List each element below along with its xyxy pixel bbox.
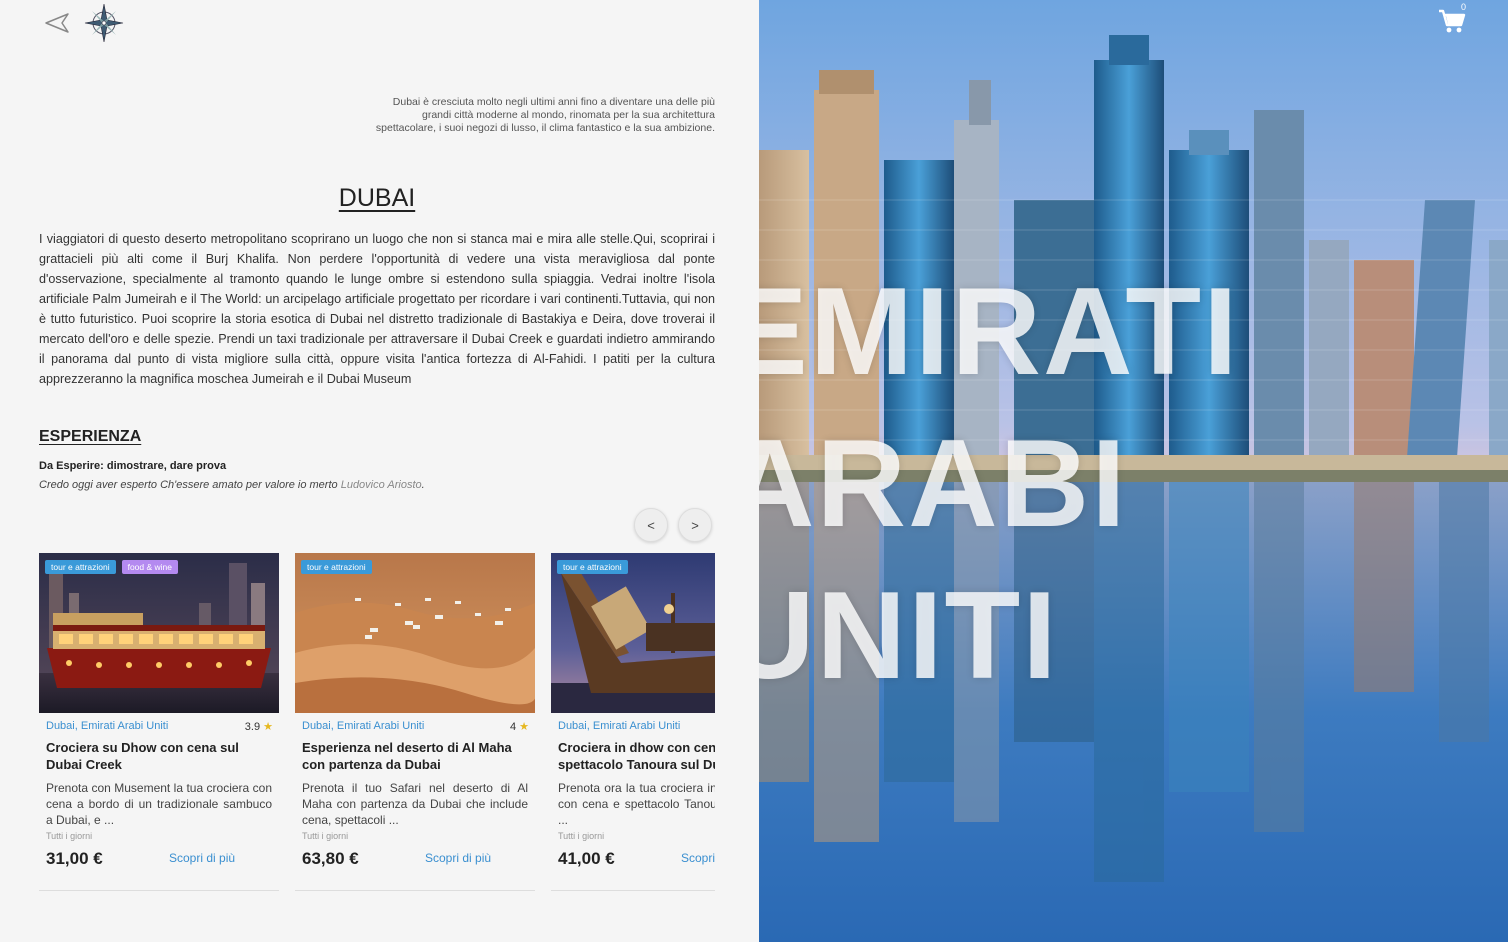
intro-text: Dubai è cresciuta molto negli ultimi ann…: [375, 96, 715, 134]
hero-title-line: UNITI: [759, 567, 1059, 705]
content-panel: Dubai è cresciuta molto negli ultimi ann…: [0, 0, 759, 942]
star-icon: ★: [519, 721, 529, 733]
experience-card[interactable]: tour e attrazioni food & wine Dubai, Emi…: [39, 553, 279, 891]
card-description: Prenota il tuo Safari nel deserto di Al …: [302, 781, 528, 827]
page-title: DUBAI: [0, 184, 754, 213]
card-tag[interactable]: tour e attrazioni: [45, 560, 116, 574]
card-rating-value: 3.9: [244, 721, 261, 733]
quote-author: Ludovico Ariosto: [340, 479, 422, 491]
card-tags: tour e attrazioni: [557, 560, 628, 574]
quote-text: Credo oggi aver esperto Ch'essere amato …: [39, 479, 341, 491]
card-title[interactable]: Crociera in dhow con cena e spettacolo T…: [558, 739, 715, 773]
card-title[interactable]: Esperienza nel deserto di Al Maha con pa…: [302, 739, 530, 773]
experience-heading: ESPERIENZA: [39, 428, 142, 445]
card-price: 63,80 €: [302, 849, 359, 868]
card-tags: tour e attrazioni: [301, 560, 372, 574]
experience-card[interactable]: tour e attrazioni Dubai, Emirati Arabi U…: [295, 553, 535, 891]
experience-card[interactable]: tour e attrazioni Dubai, Emirati Arabi U…: [551, 553, 715, 891]
card-title[interactable]: Crociera su Dhow con cena sul Dubai Cree…: [46, 739, 274, 773]
card-description: Prenota ora la tua crociera in barca dho…: [558, 781, 715, 827]
quote-end: .: [421, 479, 425, 491]
card-tag[interactable]: tour e attrazioni: [557, 560, 628, 574]
card-location[interactable]: Dubai, Emirati Arabi Uniti: [558, 720, 680, 732]
experience-quote: Credo oggi aver esperto Ch'essere amato …: [39, 479, 425, 491]
dhow-night-photo: [39, 553, 279, 713]
card-availability: Tutti i giorni: [302, 831, 349, 841]
card-tags: tour e attrazioni food & wine: [45, 560, 179, 574]
card-image-dhow-night[interactable]: tour e attrazioni food & wine: [39, 553, 279, 713]
back-arrow-icon[interactable]: [44, 12, 70, 34]
dhow-dusk-photo: [551, 553, 715, 713]
hero-title-line: EMIRATI: [759, 263, 1240, 401]
card-tag[interactable]: food & wine: [121, 560, 179, 574]
card-location[interactable]: Dubai, Emirati Arabi Uniti: [302, 720, 424, 732]
hero-panel: EMIRATI ARABI UNITI 0: [759, 0, 1508, 942]
card-description: Prenota con Musement la tua crociera con…: [46, 781, 272, 827]
hero-title: EMIRATI ARABI UNITI: [759, 256, 1240, 712]
experience-definition: Da Esperire: dimostrare, dare prova: [39, 460, 227, 472]
card-rating: 4 ★: [510, 720, 529, 733]
cart-count-badge: 0: [1461, 2, 1467, 12]
desert-dunes-photo: [295, 553, 535, 713]
card-rating-value: 4: [509, 721, 517, 733]
carousel-prev-button[interactable]: <: [634, 508, 668, 542]
card-location[interactable]: Dubai, Emirati Arabi Uniti: [46, 720, 168, 732]
card-price: 31,00 €: [46, 849, 103, 868]
experience-carousel: tour e attrazioni food & wine Dubai, Emi…: [39, 553, 715, 893]
destination-description: I viaggiatori di questo deserto metropol…: [39, 232, 715, 386]
card-more-link[interactable]: Scopri di più: [425, 851, 491, 865]
compass-rose-icon[interactable]: [84, 3, 124, 43]
page-title-text: DUBAI: [338, 184, 416, 212]
carousel-next-button[interactable]: >: [678, 508, 712, 542]
star-icon: ★: [263, 721, 273, 733]
card-availability: Tutti i giorni: [558, 831, 605, 841]
card-rating: 3.9 ★: [245, 720, 273, 733]
card-image-dhow-dusk[interactable]: tour e attrazioni: [551, 553, 715, 713]
card-price: 41,00 €: [558, 849, 615, 868]
card-more-link[interactable]: Scopri di più: [169, 851, 235, 865]
card-availability: Tutti i giorni: [46, 831, 93, 841]
card-more-link[interactable]: Scopri di più: [681, 851, 715, 865]
card-tag[interactable]: tour e attrazioni: [301, 560, 372, 574]
hero-title-line: ARABI: [759, 415, 1128, 553]
card-image-desert[interactable]: tour e attrazioni: [295, 553, 535, 713]
